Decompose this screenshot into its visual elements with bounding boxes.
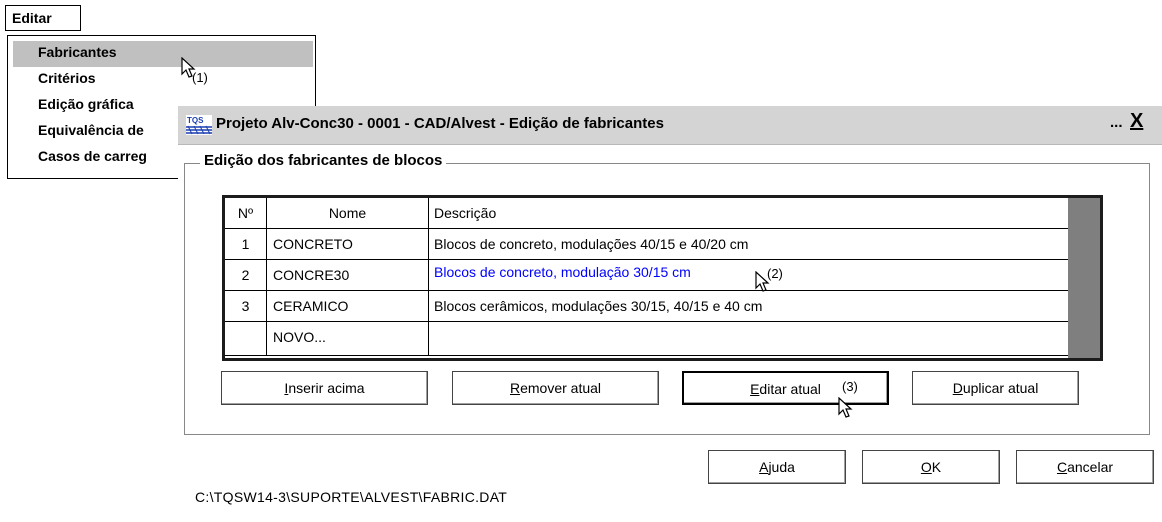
remove-current-button[interactable]: Remover atual: [452, 371, 659, 405]
mnemonic: O: [920, 459, 932, 475]
table-row-cell-name[interactable]: CONCRETO: [267, 229, 429, 260]
annotation-3: (3): [842, 379, 858, 394]
table-row-cell-name[interactable]: CERAMICO: [267, 291, 429, 322]
table-row-cell-desc[interactable]: Blocos de concreto, modulações 40/15 e 4…: [429, 229, 1070, 260]
button-label: juda: [768, 459, 795, 475]
dialog-title: Projeto Alv-Conc30 - 0001 - CAD/Alvest -…: [216, 115, 664, 132]
help-button[interactable]: Ajuda: [708, 450, 846, 484]
table-scrollbar[interactable]: [1068, 198, 1100, 358]
title-more-button[interactable]: ...: [1110, 114, 1123, 131]
menu-item-criterios[interactable]: Critérios: [13, 67, 313, 93]
dialog-titlebar: TQS Projeto Alv-Conc30 - 0001 - CAD/Alve…: [178, 106, 1162, 145]
mouse-cursor-icon: [838, 397, 853, 418]
insert-above-button[interactable]: Inserir acima: [221, 371, 428, 405]
edit-current-button[interactable]: Editar atual: [682, 371, 889, 405]
button-label: ditar atual: [759, 381, 821, 397]
annotation-2: (2): [767, 266, 783, 281]
button-label: emover atual: [520, 380, 602, 396]
table-row-cell-num[interactable]: [225, 322, 267, 356]
cancel-button[interactable]: Cancelar: [1016, 450, 1154, 484]
table-row-cell-desc[interactable]: Blocos cerâmicos, modulações 30/15, 40/1…: [429, 291, 1070, 322]
table-row-cell-name[interactable]: CONCRE30: [267, 260, 429, 291]
mnemonic: C: [1056, 459, 1068, 475]
ok-button[interactable]: OK: [862, 450, 1000, 484]
fabricantes-table: Nº Nome Descrição 1 CONCRETO Blocos de c…: [222, 195, 1103, 361]
menu-editar[interactable]: Editar: [5, 5, 81, 31]
menu-item-fabricantes[interactable]: Fabricantes: [13, 41, 313, 67]
table-row-cell-num[interactable]: 3: [225, 291, 267, 322]
button-label: ancelar: [1067, 459, 1114, 475]
table-header-nome: Nome: [267, 198, 429, 229]
table-row-cell-name-new[interactable]: NOVO...: [267, 322, 429, 356]
group-title: Edição dos fabricantes de blocos: [200, 152, 447, 169]
mnemonic: R: [509, 380, 521, 396]
table-row-cell-num[interactable]: 1: [225, 229, 267, 260]
table-row-cell-desc[interactable]: [429, 322, 1070, 356]
table-header-descricao: Descrição: [429, 198, 1070, 229]
table-header-num: Nº: [225, 198, 267, 229]
duplicate-current-button[interactable]: Duplicar atual: [912, 371, 1079, 405]
button-label: uplicar atual: [962, 380, 1039, 396]
close-button[interactable]: X: [1130, 110, 1143, 133]
fabricantes-dialog: TQS Projeto Alv-Conc30 - 0001 - CAD/Alve…: [178, 106, 1162, 522]
table-row-cell-num[interactable]: 2: [225, 260, 267, 291]
button-label: K: [931, 459, 942, 475]
svg-text:TQS: TQS: [187, 116, 204, 125]
table-row-cell-desc-selected[interactable]: Blocos de concreto, modulação 30/15 cm: [429, 260, 1070, 291]
button-label: nserir acima: [288, 380, 365, 396]
file-path-label: C:\TQSW14-3\SUPORTE\ALVEST\FABRIC.DAT: [195, 489, 508, 505]
tqs-logo-icon: TQS: [186, 115, 212, 135]
mnemonic: D: [952, 380, 963, 396]
annotation-1: (1): [192, 70, 208, 85]
